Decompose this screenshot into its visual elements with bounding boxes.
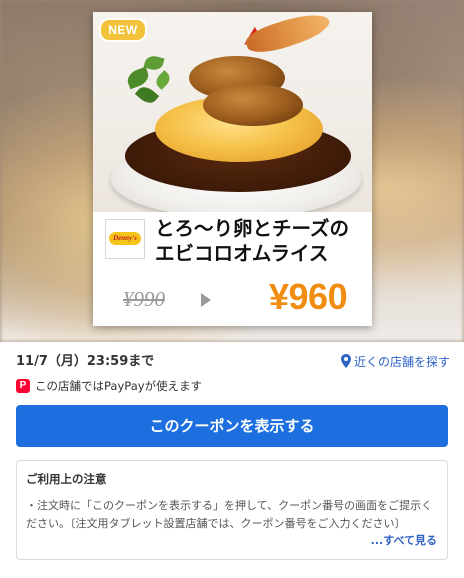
find-nearby-store-label: 近くの店舗を探す [353,355,450,369]
brand-logo-text: Denny's [109,232,141,245]
hero-banner: NEW Denny's とろ〜り卵とチーズの エビコロオムライス ¥990 ¥9… [0,0,464,342]
paypay-text: この店舗ではPayPayが使えます [35,379,203,393]
product-title-line1: とろ〜り卵とチーズの [155,217,350,240]
see-all-link[interactable]: ...すべて見る [366,533,437,549]
brand-logo: Denny's [105,219,145,259]
new-badge: NEW [99,18,147,42]
find-nearby-store-link[interactable]: 近くの店舗を探す [340,352,450,372]
location-pin-icon [340,354,351,368]
show-coupon-button[interactable]: このクーポンを表示する [16,405,448,447]
usage-notice-body: ・注文時に「このクーポンを表示する」を押して、クーポン番号の画面をご提示ください… [26,499,433,530]
info-row: 11/7（月）23:59まで 近くの店舗を探す [16,352,450,372]
deadline-text: 11/7（月）23:59まで [16,354,155,369]
food-photo: NEW [93,12,372,212]
discount-price: ¥960 [269,276,348,317]
usage-notice-title: ご利用上の注意 [26,472,107,486]
coupon-card: NEW Denny's とろ〜り卵とチーズの エビコロオムライス ¥990 ¥9… [93,12,372,326]
product-title-line2: エビコロオムライス [155,242,329,265]
right-triangle-icon [201,293,211,307]
paypay-icon: P [16,379,30,393]
original-price: ¥990 [123,287,165,311]
product-title: とろ〜り卵とチーズの エビコロオムライス [155,216,365,266]
usage-notice: ご利用上の注意 ・注文時に「このクーポンを表示する」を押して、クーポン番号の画面… [16,460,448,560]
